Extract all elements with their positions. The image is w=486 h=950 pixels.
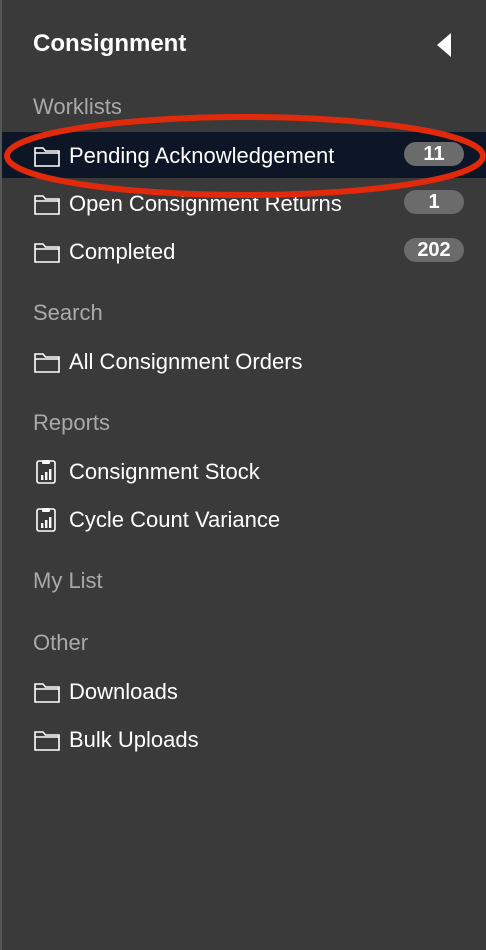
section-title-search: Search	[33, 300, 103, 325]
report-item-consignment-stock[interactable]: Consignment Stock	[2, 448, 486, 494]
report-item-label: Cycle Count Variance	[69, 507, 281, 532]
worklist-item-label: Pending Acknowledgement	[69, 143, 335, 168]
collapse-panel-button[interactable]	[434, 32, 454, 58]
search-item-label: All Consignment Orders	[69, 349, 303, 374]
folder-icon	[34, 243, 60, 263]
section-title-reports: Reports	[33, 410, 111, 435]
panel-title: Consignment	[33, 30, 187, 57]
other-item-label: Bulk Uploads	[69, 727, 199, 752]
folder-icon	[34, 147, 60, 167]
folder-icon	[34, 195, 60, 215]
consignment-nav-panel: Consignment Worklists Pending Acknowledg…	[0, 0, 486, 950]
count-badge: 202	[404, 238, 464, 262]
section-title-worklists: Worklists	[33, 94, 122, 119]
folder-icon	[34, 683, 60, 703]
report-item-label: Consignment Stock	[69, 459, 260, 484]
worklist-item-completed[interactable]: Completed 202	[2, 228, 486, 274]
report-chart-icon	[36, 460, 56, 484]
worklist-item-label: Open Consignment Returns	[69, 191, 342, 216]
section-title-my-list: My List	[33, 568, 103, 593]
panel-header: Consignment	[2, 0, 486, 92]
worklist-item-open-consignment-returns[interactable]: Open Consignment Returns 1	[2, 180, 486, 226]
worklist-item-label: Completed	[69, 239, 176, 264]
other-item-downloads[interactable]: Downloads	[2, 668, 486, 714]
worklist-item-pending-acknowledgement[interactable]: Pending Acknowledgement 11	[2, 132, 486, 178]
report-item-cycle-count-variance[interactable]: Cycle Count Variance	[2, 496, 486, 542]
count-badge: 11	[404, 142, 464, 166]
other-item-bulk-uploads[interactable]: Bulk Uploads	[2, 716, 486, 762]
folder-icon	[34, 353, 60, 373]
count-badge: 1	[404, 190, 464, 214]
collapse-left-triangle-icon	[437, 33, 451, 57]
report-chart-icon	[36, 508, 56, 532]
other-item-label: Downloads	[69, 679, 178, 704]
search-item-all-consignment-orders[interactable]: All Consignment Orders	[2, 338, 486, 384]
section-title-other: Other	[33, 630, 89, 655]
folder-icon	[34, 731, 60, 751]
